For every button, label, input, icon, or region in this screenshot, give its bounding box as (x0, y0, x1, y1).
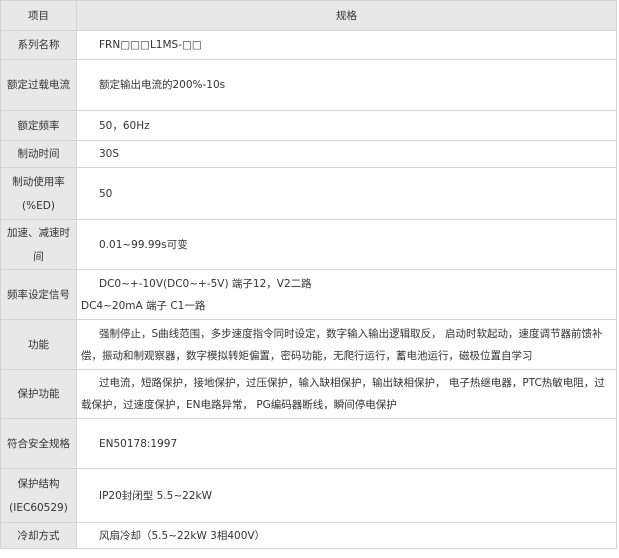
value-line-1: DC0~+-10V(DC0~+-5V) 端子12，V2二路 (99, 277, 312, 290)
row-label: 额定频率 (0, 110, 77, 141)
header-spec: 规格 (76, 0, 617, 31)
row-value: 30S (76, 140, 617, 168)
table-row: 系列名称 FRN□□□L1MS-□□ (0, 30, 617, 60)
table-row: 制动时间 30S (0, 140, 617, 168)
row-label: 功能 (0, 319, 77, 370)
row-value: 50，60Hz (76, 110, 617, 141)
table-row: 加速、减速时间 0.01~99.99s可变 (0, 219, 617, 270)
value-line-2: DC4~20mA 端子 C1一路 (81, 299, 206, 312)
spec-table: 项目 规格 系列名称 FRN□□□L1MS-□□ 额定过载电流 额定输出电流的2… (0, 0, 617, 549)
row-label: 冷却方式 (0, 522, 77, 549)
row-value: FRN□□□L1MS-□□ (76, 30, 617, 60)
row-label: 频率设定信号 (0, 269, 77, 320)
header-row: 项目 规格 (0, 0, 617, 31)
table-row: 保护功能 过电流，短路保护，接地保护，过压保护，输入缺相保护，输出缺相保护， 电… (0, 369, 617, 419)
row-label: 额定过载电流 (0, 59, 77, 111)
row-label: 保护功能 (0, 369, 77, 419)
row-label: 系列名称 (0, 30, 77, 60)
table-row: 额定频率 50，60Hz (0, 110, 617, 141)
row-value: EN50178:1997 (76, 418, 617, 469)
table-row: 频率设定信号 DC0~+-10V(DC0~+-5V) 端子12，V2二路 DC4… (0, 269, 617, 320)
row-value: 0.01~99.99s可变 (76, 219, 617, 270)
table-row: 保护结构(IEC60529) IP20封闭型 5.5~22kW (0, 468, 617, 523)
row-value: 强制停止，S曲线范围，多步速度指令同时设定，数字输入输出逻辑取反， 启动时软起动… (76, 319, 617, 370)
row-label: 制动使用率(%ED) (0, 167, 77, 220)
row-label: 制动时间 (0, 140, 77, 168)
row-label: 保护结构(IEC60529) (0, 468, 77, 523)
row-value: 50 (76, 167, 617, 220)
row-value: IP20封闭型 5.5~22kW (76, 468, 617, 523)
row-value: 过电流，短路保护，接地保护，过压保护，输入缺相保护，输出缺相保护， 电子热继电器… (76, 369, 617, 419)
row-value: DC0~+-10V(DC0~+-5V) 端子12，V2二路 DC4~20mA 端… (76, 269, 617, 320)
row-value: 风扇冷却（5.5~22kW 3相400V） (76, 522, 617, 549)
table-row: 符合安全规格 EN50178:1997 (0, 418, 617, 469)
table-row: 制动使用率(%ED) 50 (0, 167, 617, 220)
row-label: 加速、减速时间 (0, 219, 77, 270)
header-item: 项目 (0, 0, 77, 31)
row-label: 符合安全规格 (0, 418, 77, 469)
table-row: 额定过载电流 额定输出电流的200%-10s (0, 59, 617, 111)
table-row: 功能 强制停止，S曲线范围，多步速度指令同时设定，数字输入输出逻辑取反， 启动时… (0, 319, 617, 370)
row-value: 额定输出电流的200%-10s (76, 59, 617, 111)
table-row: 冷却方式 风扇冷却（5.5~22kW 3相400V） (0, 522, 617, 549)
